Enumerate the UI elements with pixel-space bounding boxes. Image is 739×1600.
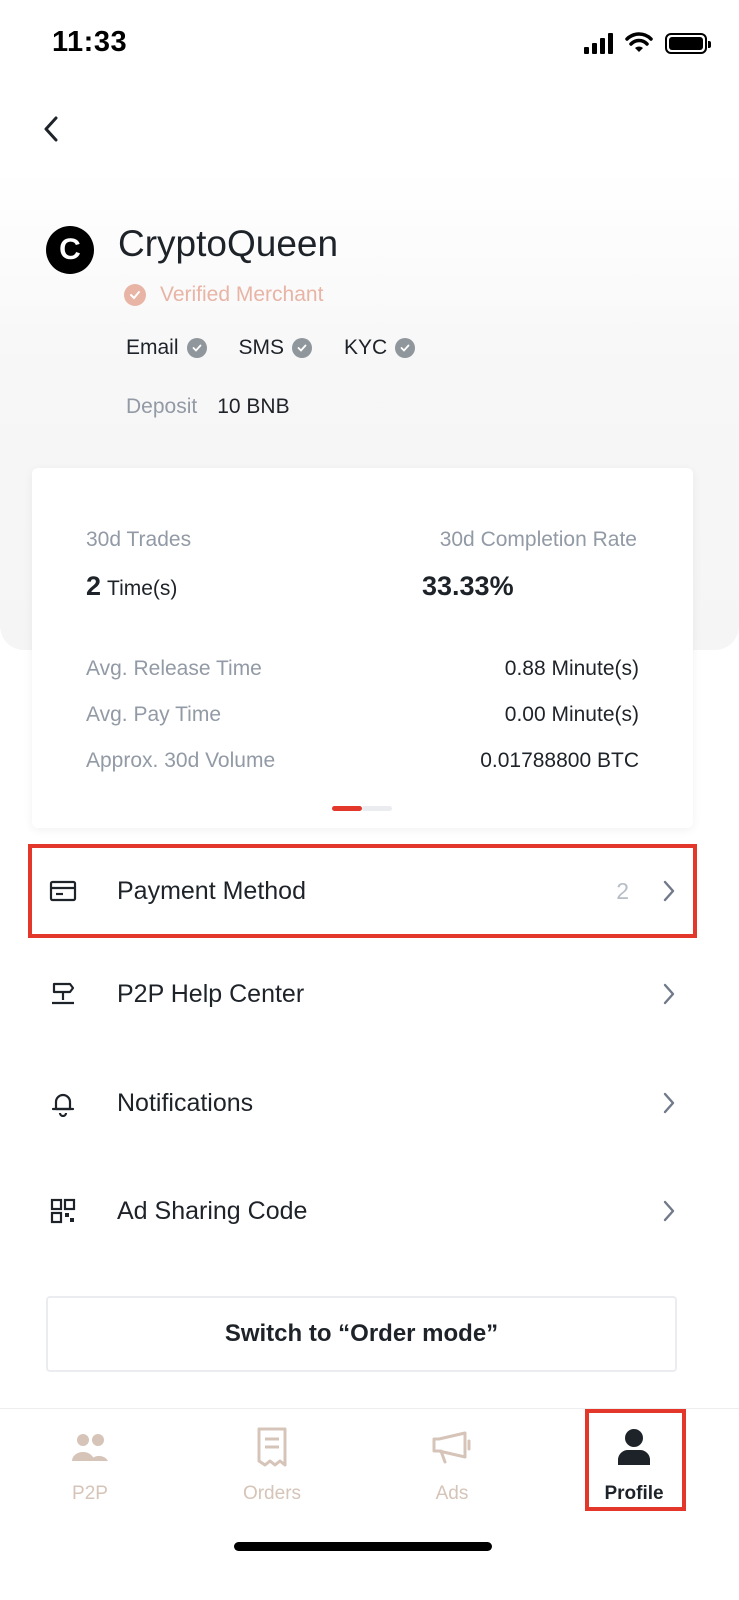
check-icon [292, 338, 313, 358]
menu-label: Ad Sharing Code [117, 1196, 308, 1225]
verification-label: SMS [238, 336, 285, 359]
verified-merchant-badge: Verified Merchant [124, 283, 323, 307]
tab-label: Orders [242, 1483, 302, 1504]
completion-rate-label: 30d Completion Rate [439, 528, 637, 551]
completion-rate-value: 33.33% [422, 571, 514, 601]
megaphone-icon [430, 1425, 474, 1469]
tab-p2p[interactable]: P2P [40, 1419, 140, 1519]
card-icon [48, 876, 78, 906]
chevron-right-icon [659, 979, 679, 1009]
chevron-right-icon [659, 876, 679, 906]
metric-label: Approx. 30d Volume [86, 749, 276, 772]
chevron-right-icon [659, 1088, 679, 1118]
verification-email: Email [126, 336, 207, 360]
receipt-icon [250, 1425, 294, 1469]
verification-label: Email [126, 336, 179, 359]
chevron-left-icon [44, 116, 58, 142]
tab-ads[interactable]: Ads [402, 1419, 502, 1519]
menu-label: Payment Method [117, 876, 306, 905]
tab-orders[interactable]: Orders [222, 1419, 322, 1519]
stats-card[interactable]: 30d Trades 2 Time(s) 30d Completion Rate … [32, 468, 693, 828]
verified-check-icon [124, 284, 146, 306]
metric-value: 0.01788800 BTC [480, 749, 639, 772]
status-icons [584, 32, 711, 54]
tab-label: P2P [72, 1483, 108, 1504]
menu-item-ad-sharing-code[interactable]: Ad Sharing Code [32, 1168, 693, 1254]
deposit-value: 10 BNB [217, 395, 290, 418]
trades-count: 2 [86, 571, 102, 601]
metric-row: Approx. 30d Volume 0.01788800 BTC [86, 749, 639, 773]
battery-icon [665, 32, 711, 54]
check-icon [395, 338, 416, 358]
metric-value: 0.00 Minute(s) [504, 703, 639, 726]
avatar: C [46, 226, 94, 274]
metric-row: Avg. Pay Time 0.00 Minute(s) [86, 703, 639, 727]
menu-label: Notifications [117, 1088, 254, 1117]
verified-merchant-label: Verified Merchant [160, 283, 324, 306]
trades-value: 2 Time(s) [86, 571, 177, 602]
menu-item-payment-method[interactable]: Payment Method 2 [28, 844, 697, 938]
chevron-right-icon [659, 1196, 679, 1226]
users-icon [68, 1425, 112, 1469]
menu-label: P2P Help Center [117, 979, 305, 1008]
status-bar: 11:33 [0, 0, 739, 90]
home-indicator[interactable] [234, 1542, 492, 1551]
back-button[interactable] [36, 112, 66, 146]
metric-value: 0.88 Minute(s) [504, 657, 639, 680]
deposit-row: Deposit 10 BNB [126, 395, 290, 419]
menu-item-notifications[interactable]: Notifications [32, 1060, 693, 1146]
trades-unit: Time(s) [107, 577, 178, 600]
verification-label: KYC [344, 336, 388, 359]
metric-label: Avg. Pay Time [86, 703, 222, 726]
trades-label: 30d Trades [86, 528, 192, 551]
pager-dot-active [332, 806, 362, 811]
status-time: 11:33 [52, 26, 128, 58]
card-pager [332, 806, 392, 811]
profile-tab-highlight [585, 1409, 686, 1511]
menu-item-help-center[interactable]: P2P Help Center [32, 951, 693, 1037]
check-icon [186, 338, 207, 358]
signpost-icon [48, 979, 78, 1009]
wifi-icon [625, 32, 653, 52]
verification-sms: SMS [239, 336, 313, 360]
metric-label: Avg. Release Time [86, 657, 262, 680]
bell-icon [48, 1088, 78, 1118]
deposit-label: Deposit [126, 395, 198, 418]
verification-row: Email SMS KYC [126, 336, 416, 360]
qr-code-icon [48, 1196, 78, 1226]
merchant-name: CryptoQueen [118, 223, 339, 264]
verification-kyc: KYC [344, 336, 416, 360]
payment-method-count: 2 [616, 877, 629, 904]
pager-dot [362, 806, 392, 811]
metric-row: Avg. Release Time 0.88 Minute(s) [86, 657, 639, 681]
tab-label: Ads [435, 1483, 469, 1504]
cellular-signal-icon [584, 32, 613, 54]
profile-screen: 11:33 C CryptoQueen Verified Merchant Em… [0, 0, 739, 1600]
switch-order-mode-button[interactable]: Switch to “Order mode” [46, 1296, 677, 1372]
